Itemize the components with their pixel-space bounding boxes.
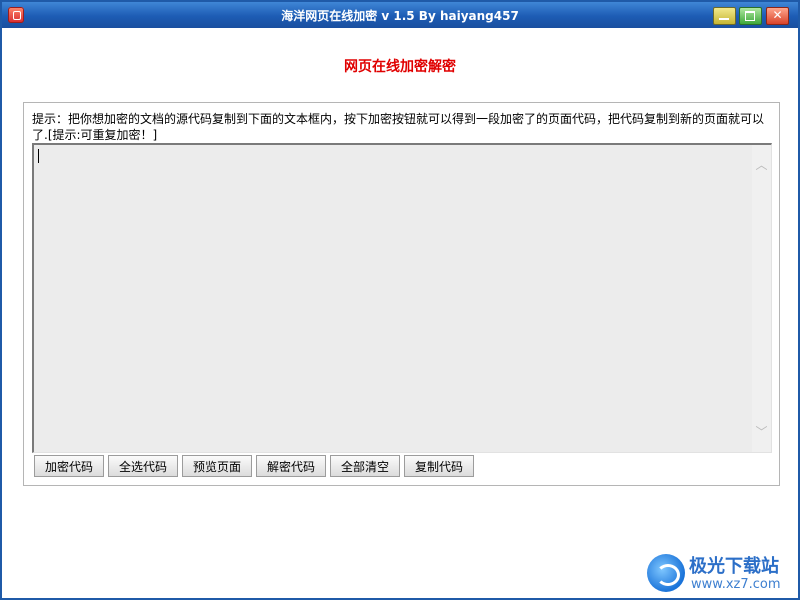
close-button[interactable]: ✕ xyxy=(766,7,789,25)
title-bar[interactable]: 海洋网页在线加密 v 1.5 By haiyang457 ✕ xyxy=(2,2,798,28)
code-textarea[interactable]: ︿ ﹀ xyxy=(32,143,772,453)
watermark-url: www.xz7.com xyxy=(691,577,781,592)
clear-all-button[interactable]: 全部清空 xyxy=(330,455,400,477)
app-window: 海洋网页在线加密 v 1.5 By haiyang457 ✕ 网页在线加密解密 … xyxy=(0,0,800,600)
select-all-button[interactable]: 全选代码 xyxy=(108,455,178,477)
encrypt-panel: 提示：把你想加密的文档的源代码复制到下面的文本框内，按下加密按钮就可以得到一段加… xyxy=(23,102,780,486)
window-title: 海洋网页在线加密 v 1.5 By haiyang457 xyxy=(281,9,519,23)
copy-code-button[interactable]: 复制代码 xyxy=(404,455,474,477)
maximize-button[interactable] xyxy=(739,7,762,25)
watermark: 极光下载站 www.xz7.com xyxy=(647,550,797,598)
vertical-scrollbar[interactable]: ︿ ﹀ xyxy=(752,145,771,452)
scroll-down-icon[interactable]: ﹀ xyxy=(752,422,771,442)
text-caret xyxy=(38,149,39,163)
encrypt-button[interactable]: 加密代码 xyxy=(34,455,104,477)
watermark-logo-icon xyxy=(647,554,685,592)
close-icon: ✕ xyxy=(772,8,783,22)
page-title: 网页在线加密解密 xyxy=(344,59,456,75)
preview-button[interactable]: 预览页面 xyxy=(182,455,252,477)
decrypt-button[interactable]: 解密代码 xyxy=(256,455,326,477)
watermark-name: 极光下载站 xyxy=(689,556,779,577)
hint-text: 提示：把你想加密的文档的源代码复制到下面的文本框内，按下加密按钮就可以得到一段加… xyxy=(32,112,765,142)
scroll-up-icon[interactable]: ︿ xyxy=(752,155,771,175)
minimize-button[interactable] xyxy=(713,7,736,25)
